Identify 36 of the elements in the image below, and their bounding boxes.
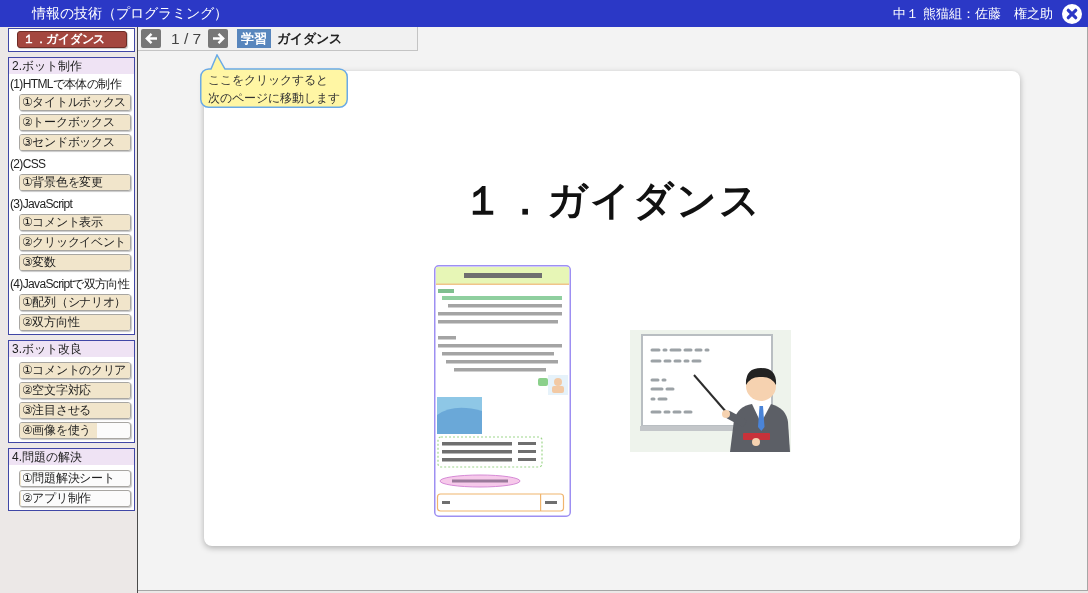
lesson-button[interactable]: ③注目させる xyxy=(19,402,131,419)
section-title: 3.ボット改良 xyxy=(9,341,134,357)
lesson-button[interactable]: ①配列（シナリオ） xyxy=(19,294,131,311)
lesson-button[interactable]: ①背景色を変更 xyxy=(19,174,131,191)
previous-page-button[interactable] xyxy=(141,29,161,48)
section-title: 4.問題の解決 xyxy=(9,449,134,465)
left-arrow-icon xyxy=(144,32,158,45)
tooltip-text: 次のページに移動します xyxy=(208,90,340,107)
lesson-button[interactable]: ②空文字対応 xyxy=(19,382,131,399)
subsection-label: (4)JavaScriptで双方向性 xyxy=(9,276,129,293)
section-title: 2.ボット制作 xyxy=(9,58,134,74)
close-icon[interactable] xyxy=(1062,3,1082,24)
subsection-label: (2)CSS xyxy=(9,156,46,173)
slide-title: １．ガイダンス xyxy=(462,177,762,224)
lesson-button[interactable]: ②トークボックス xyxy=(19,114,131,131)
lesson-button[interactable]: ④画像を使う xyxy=(19,422,131,439)
lesson-button[interactable]: ②アプリ制作 xyxy=(19,490,131,507)
user-name: 中１ 熊猫組：佐藤 権之助 xyxy=(893,4,1053,23)
app-title: 情報の技術（プログラミング） xyxy=(32,4,228,23)
lesson-button[interactable]: ②クリックイベント xyxy=(19,234,131,251)
lesson-button[interactable]: ③変数 xyxy=(19,254,131,271)
page-counter: 1 / 7 xyxy=(171,29,202,48)
lesson-button[interactable]: １．ガイダンス xyxy=(17,31,127,48)
lesson-button[interactable]: ③センドボックス xyxy=(19,134,131,151)
lesson-button[interactable]: ②双方向性 xyxy=(19,314,131,331)
next-page-button[interactable] xyxy=(208,29,229,48)
lesson-button[interactable]: ①問題解決シート xyxy=(19,470,131,487)
lesson-button[interactable]: ①タイトルボックス xyxy=(19,94,131,111)
lesson-title: ガイダンス xyxy=(277,29,343,48)
tooltip-text: ここをクリックすると xyxy=(208,72,328,89)
lesson-button[interactable]: ①コメントのクリア xyxy=(19,362,131,379)
lesson-button[interactable]: ①コメント表示 xyxy=(19,214,131,231)
right-arrow-icon xyxy=(211,32,225,45)
subsection-label: (1)HTMLで本体の制作 xyxy=(9,76,121,93)
category-tag: 学習 xyxy=(237,29,272,48)
subsection-label: (3)JavaScript xyxy=(9,196,73,213)
